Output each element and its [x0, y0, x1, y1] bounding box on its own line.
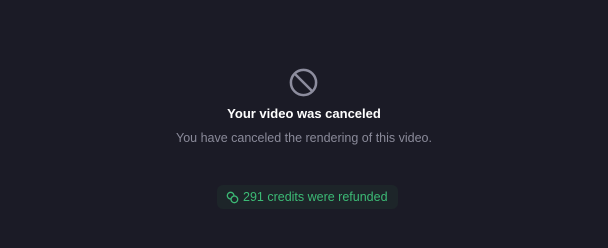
refund-text: 291 credits were refunded: [243, 190, 388, 204]
coins-icon: [226, 191, 239, 203]
status-title: Your video was canceled: [227, 106, 381, 121]
cancel-icon: [289, 68, 318, 97]
cancel-status-panel: Your video was canceled You have cancele…: [0, 0, 608, 248]
status-message: You have canceled the rendering of this …: [176, 131, 432, 145]
refund-badge: 291 credits were refunded: [217, 185, 398, 209]
